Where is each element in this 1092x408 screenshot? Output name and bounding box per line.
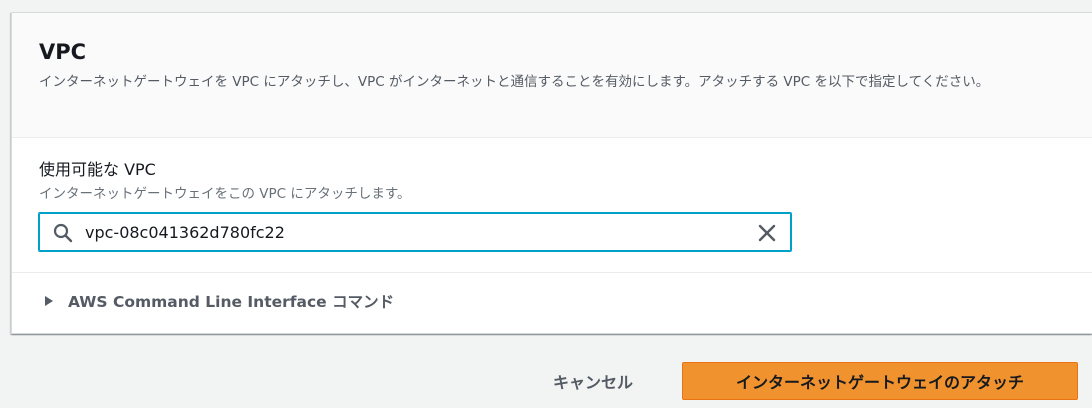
search-icon [53, 223, 73, 243]
cli-commands-expander[interactable]: AWS Command Line Interface コマンド [45, 289, 394, 313]
caret-right-icon [45, 296, 53, 306]
vpc-field-description: インターネットゲートウェイをこの VPC にアタッチします。 [39, 186, 411, 202]
panel-description: インターネットゲートウェイを VPC にアタッチし、VPC がインターネットと通… [39, 74, 990, 90]
vpc-field-label: 使用可能な VPC [39, 160, 156, 179]
attach-internet-gateway-button[interactable]: インターネットゲートウェイのアタッチ [682, 362, 1078, 400]
close-icon [758, 224, 776, 242]
vpc-panel: VPC インターネットゲートウェイを VPC にアタッチし、VPC がインターネ… [11, 12, 1092, 334]
panel-title: VPC [39, 40, 87, 64]
vpc-search-box[interactable] [38, 212, 792, 252]
cancel-button[interactable]: キャンセル [530, 362, 656, 400]
vpc-search-input[interactable] [85, 218, 745, 246]
clear-search-button[interactable] [755, 221, 779, 245]
cli-commands-label: AWS Command Line Interface コマンド [68, 293, 395, 311]
section-divider [12, 272, 1092, 273]
panel-header: VPC インターネットゲートウェイを VPC にアタッチし、VPC がインターネ… [12, 13, 1092, 138]
